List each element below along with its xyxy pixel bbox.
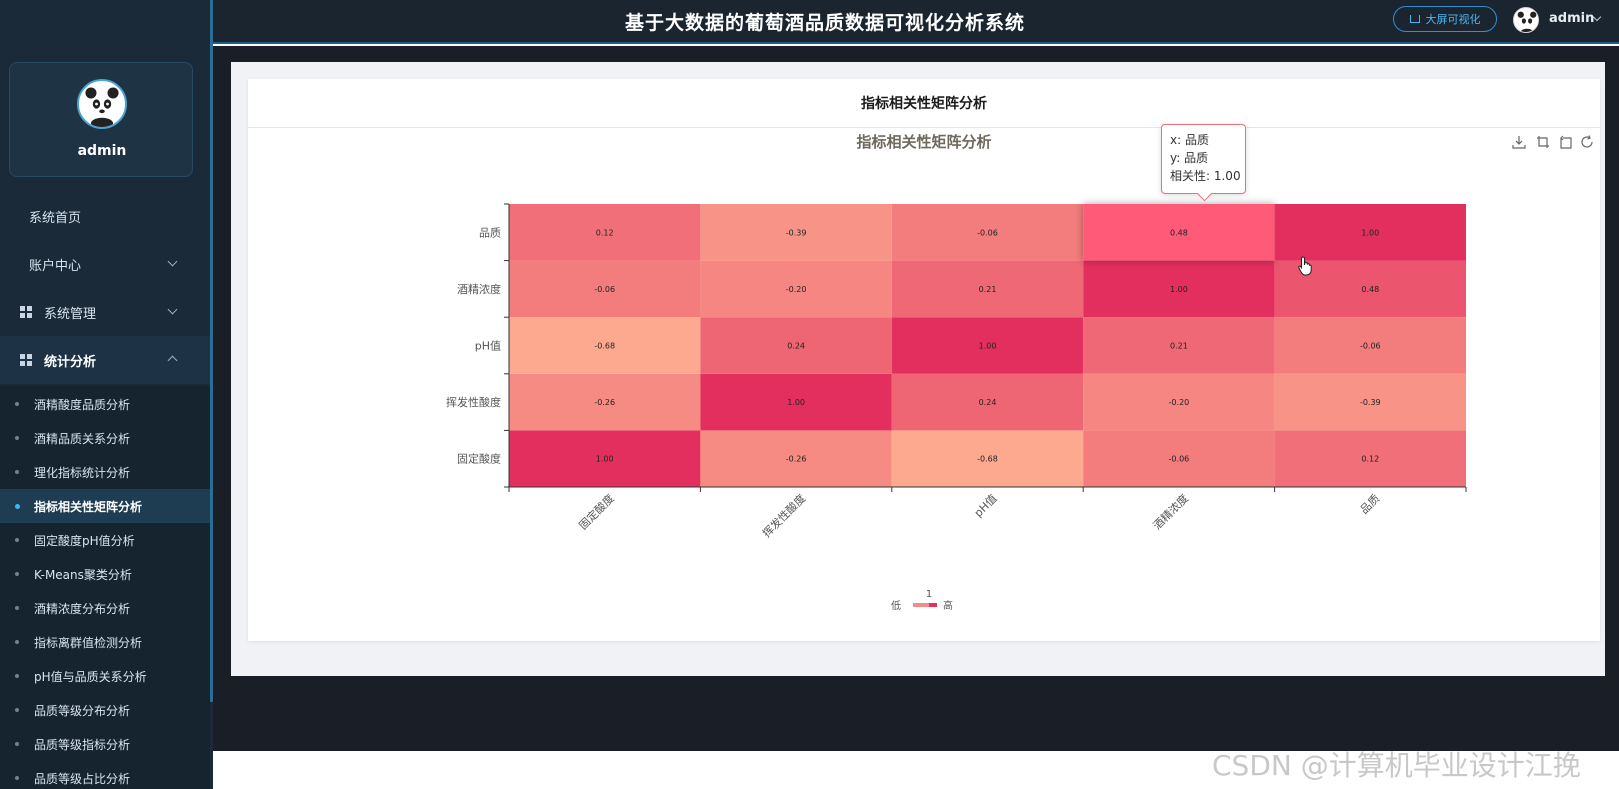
visual-map-high-label: 高 (943, 599, 953, 612)
cell-value-label: 0.48 (1170, 228, 1188, 237)
cell-value-label: 0.24 (787, 342, 805, 351)
cell-value-label: -0.20 (1169, 398, 1190, 407)
y-tick-label: 品质 (479, 226, 501, 239)
tooltip-value: 相关性: 1.00 (1170, 169, 1241, 183)
chart-tooltip: x: 品质 y: 品质 相关性: 1.00 (1161, 124, 1246, 194)
visual-map-low-label: 低 (891, 599, 901, 612)
cell-value-label: -0.20 (786, 285, 807, 294)
cell-value-label: -0.68 (977, 455, 998, 464)
cell-value-label: -0.39 (786, 228, 807, 237)
cell-value-label: -0.26 (786, 455, 807, 464)
cell-value-label: -0.39 (1360, 398, 1381, 407)
cell-value-label: -0.06 (1169, 455, 1190, 464)
y-tick-label: 酒精浓度 (457, 282, 501, 296)
cell-value-label: -0.06 (977, 228, 998, 237)
y-tick-label: 固定酸度 (457, 452, 501, 466)
cell-value-label: -0.06 (1360, 342, 1381, 351)
x-tick-label: 固定酸度 (576, 491, 617, 532)
x-tick-label: 酒精浓度 (1150, 491, 1191, 532)
heatmap-chart[interactable]: 1.00 -0.26 -0.68 -0.06 0.12 -0.26 1.00 0.24 -0.2… (0, 0, 1619, 789)
cell-value-label: 1.00 (979, 342, 997, 351)
visual-map-top-value: 1 (926, 589, 932, 600)
cell-value-label: 0.12 (596, 228, 614, 237)
cell-value-label: 1.00 (787, 398, 805, 407)
app-root: admin 系统首页 账户中心 系统管理 统计分析 酒精酸度品质分析 酒精品质关… (0, 0, 1619, 789)
cell-value-label: 0.24 (979, 398, 997, 407)
watermark: CSDN @计算机毕业设计江挽 (1212, 749, 1581, 782)
y-tick-label: 挥发性酸度 (446, 395, 501, 409)
hand-cursor-icon (1298, 256, 1312, 276)
cell-value-label: 1.00 (1170, 285, 1188, 294)
cell-value-label: -0.06 (594, 285, 615, 294)
x-tick-label: 品质 (1358, 492, 1383, 517)
tooltip-y: y: 品质 (1170, 151, 1209, 165)
cell-value-label: 1.00 (596, 455, 614, 464)
cell-value-label: 0.48 (1361, 285, 1379, 294)
visual-map-handle (929, 603, 937, 607)
x-tick-label: pH值 (972, 492, 1000, 520)
x-tick-label: 挥发性酸度 (759, 491, 808, 540)
cell-value-label: 0.21 (979, 285, 997, 294)
cell-value-label: -0.68 (594, 342, 615, 351)
cell-value-label: -0.26 (594, 398, 615, 407)
tooltip-x: x: 品质 (1170, 133, 1209, 147)
cell-value-label: 1.00 (1361, 228, 1379, 237)
cell-value-label: 0.12 (1361, 455, 1379, 464)
cell-value-label: 0.21 (1170, 342, 1188, 351)
y-tick-label: pH值 (475, 340, 501, 353)
